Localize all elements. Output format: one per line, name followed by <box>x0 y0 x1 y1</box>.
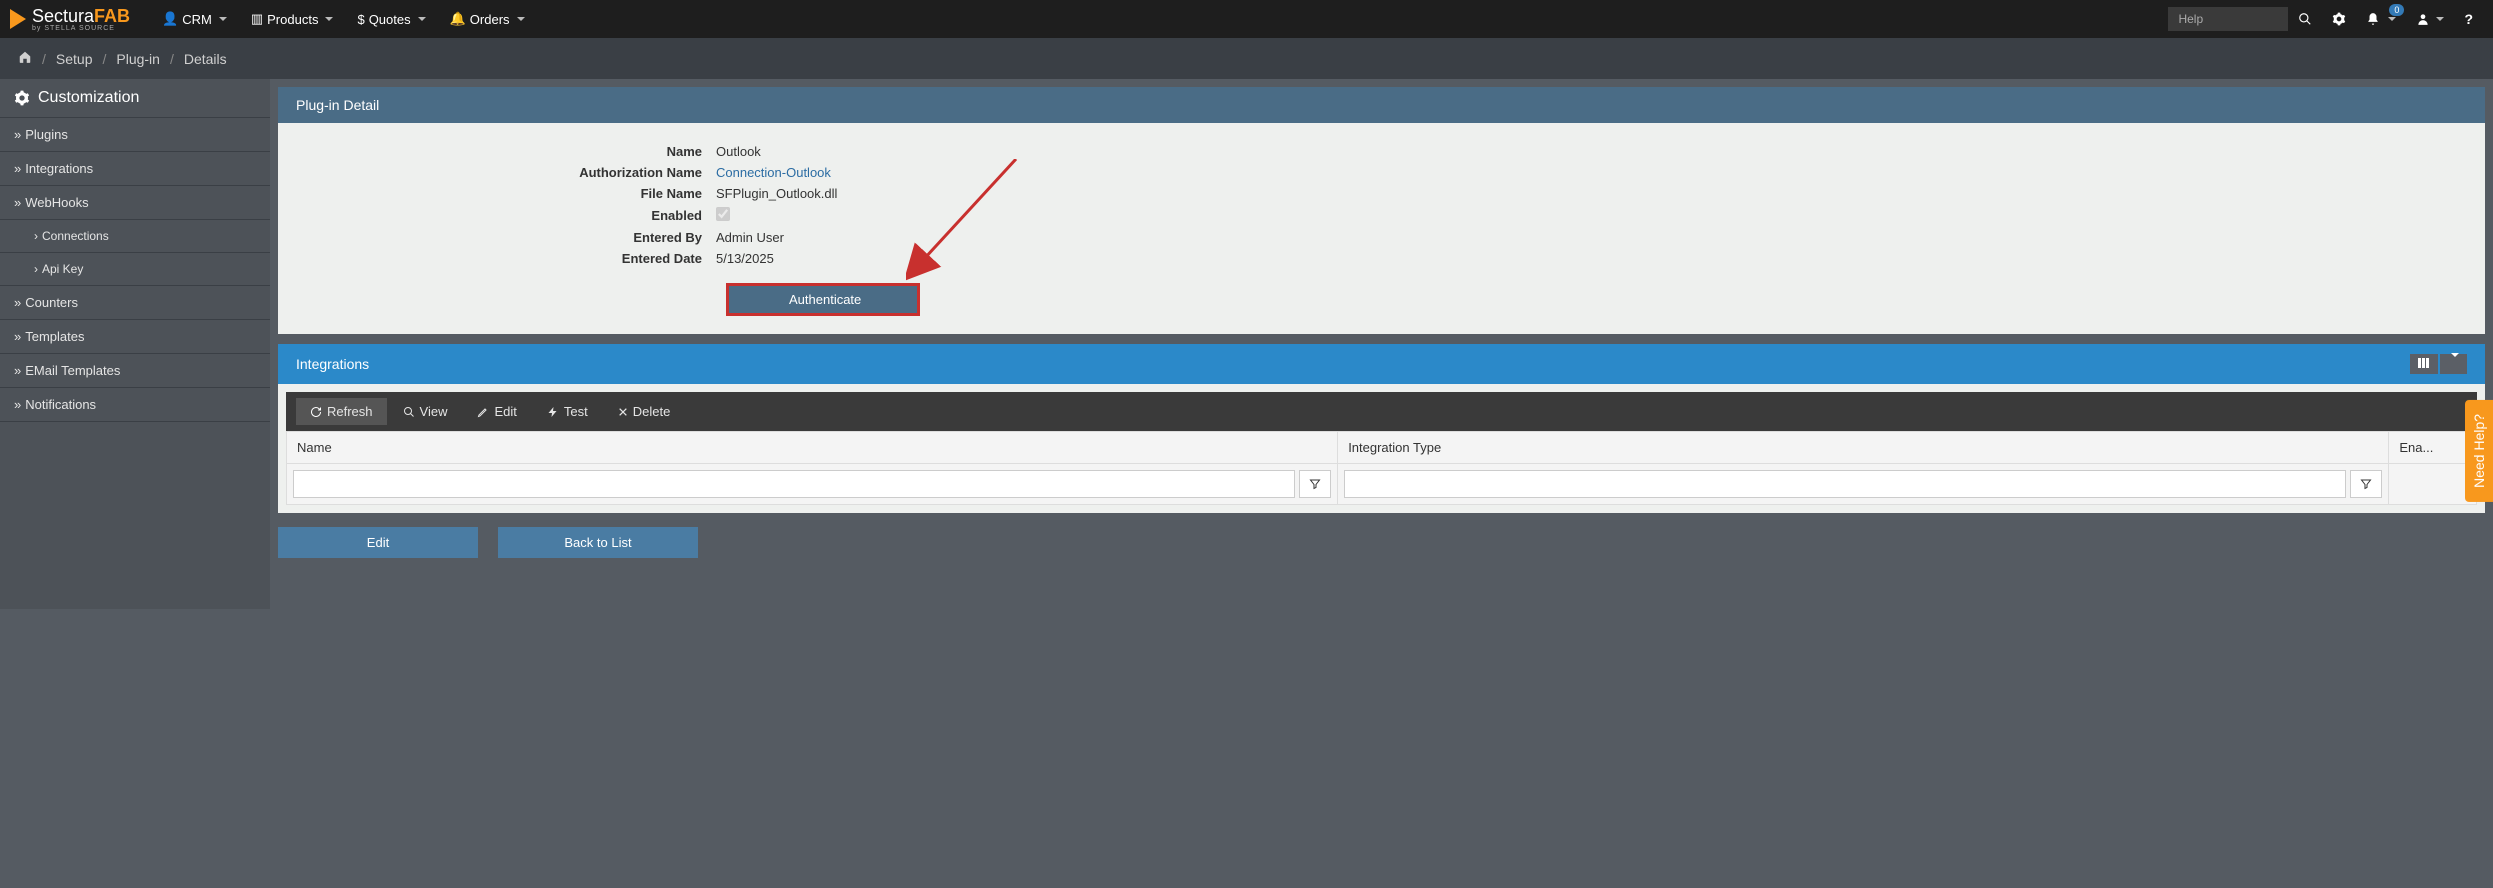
sidebar-header: Customization <box>0 79 270 118</box>
col-enabled[interactable]: Ena... <box>2389 432 2477 464</box>
caret-icon <box>219 17 227 21</box>
caret-icon <box>2388 17 2396 21</box>
settings-icon[interactable] <box>2322 0 2356 38</box>
refresh-button[interactable]: Refresh <box>296 398 387 425</box>
x-icon <box>618 407 628 417</box>
gears-icon <box>14 90 30 106</box>
breadcrumb-plugin[interactable]: Plug-in <box>116 51 160 67</box>
pencil-icon <box>477 406 489 418</box>
filter-icon <box>2360 478 2372 490</box>
filter-icon <box>1309 478 1321 490</box>
col-name[interactable]: Name <box>287 432 1338 464</box>
filter-name-input[interactable] <box>293 470 1295 498</box>
label-name: Name <box>296 144 716 159</box>
edit-page-button[interactable]: Edit <box>278 527 478 558</box>
caret-icon <box>517 17 525 21</box>
sidebar-item-apikey[interactable]: ›Api Key <box>0 253 270 286</box>
breadcrumb-home[interactable] <box>18 50 32 67</box>
notifications-icon[interactable]: 0 <box>2356 0 2406 38</box>
bottom-actions: Edit Back to List <box>278 527 2485 558</box>
refresh-icon <box>310 406 322 418</box>
brand-logo[interactable]: SecturaFAB by STELLA SOURCE <box>10 6 130 32</box>
nav-quotes[interactable]: $Quotes <box>345 0 437 38</box>
value-file-name: SFPlugin_Outlook.dll <box>716 186 837 201</box>
dollar-icon: $ <box>357 12 364 27</box>
main-nav: 👤CRM ▥Products $Quotes 🔔Orders <box>150 0 536 38</box>
search-icon <box>403 406 415 418</box>
filter-type-input[interactable] <box>1344 470 2346 498</box>
caret-icon <box>418 17 426 21</box>
caret-icon <box>2436 17 2444 21</box>
main-content: Plug-in Detail NameOutlook Authorization… <box>270 79 2493 609</box>
filter-row <box>287 464 2477 505</box>
notification-badge: 0 <box>2389 4 2404 16</box>
integrations-header: Integrations <box>278 344 2485 384</box>
value-entered-by: Admin User <box>716 230 784 245</box>
plugin-detail-panel: Plug-in Detail NameOutlook Authorization… <box>278 87 2485 334</box>
integrations-toolbar: Refresh View Edit Test Delete <box>286 392 2477 431</box>
back-to-list-button[interactable]: Back to List <box>498 527 698 558</box>
help-search-input[interactable] <box>2168 7 2288 31</box>
search-icon[interactable] <box>2288 0 2322 38</box>
col-type[interactable]: Integration Type <box>1338 432 2389 464</box>
user-menu[interactable] <box>2406 0 2454 38</box>
caret-icon <box>325 17 333 21</box>
label-file-name: File Name <box>296 186 716 201</box>
sidebar-item-connections[interactable]: ›Connections <box>0 220 270 253</box>
sidebar-item-notifications[interactable]: »Notifications <box>0 388 270 422</box>
value-enabled-checkbox <box>716 207 730 221</box>
bell-icon: 🔔 <box>450 11 466 27</box>
sidebar: Customization »Plugins »Integrations »We… <box>0 79 270 609</box>
user-icon: 👤 <box>162 11 178 27</box>
sidebar-item-email-templates[interactable]: »EMail Templates <box>0 354 270 388</box>
value-auth-name[interactable]: Connection-Outlook <box>716 165 831 180</box>
top-navbar: SecturaFAB by STELLA SOURCE 👤CRM ▥Produc… <box>0 0 2493 38</box>
nav-crm[interactable]: 👤CRM <box>150 0 239 38</box>
label-entered-date: Entered Date <box>296 251 716 266</box>
view-button[interactable]: View <box>389 398 462 425</box>
sidebar-item-plugins[interactable]: »Plugins <box>0 118 270 152</box>
authenticate-button[interactable]: Authenticate <box>726 283 920 316</box>
value-name: Outlook <box>716 144 761 159</box>
nav-orders[interactable]: 🔔Orders <box>438 0 537 38</box>
breadcrumb-setup[interactable]: Setup <box>56 51 93 67</box>
value-entered-date: 5/13/2025 <box>716 251 774 266</box>
breadcrumb-details: Details <box>184 51 227 67</box>
filter-type-button[interactable] <box>2350 470 2382 498</box>
delete-button[interactable]: Delete <box>604 398 685 425</box>
sidebar-item-counters[interactable]: »Counters <box>0 286 270 320</box>
plugin-detail-header: Plug-in Detail <box>278 87 2485 123</box>
integrations-table: Name Integration Type Ena... <box>286 431 2477 505</box>
brand-name: SecturaFAB <box>32 6 130 27</box>
filter-name-button[interactable] <box>1299 470 1331 498</box>
integrations-panel: Integrations Refresh View Edit Test Dele… <box>278 344 2485 513</box>
logo-chevron-icon <box>10 9 26 29</box>
nav-products[interactable]: ▥Products <box>239 0 346 38</box>
sidebar-item-webhooks[interactable]: »WebHooks <box>0 186 270 220</box>
label-enabled: Enabled <box>296 208 716 223</box>
breadcrumb: / Setup / Plug-in / Details <box>0 38 2493 79</box>
label-auth-name: Authorization Name <box>296 165 716 180</box>
barcode-icon: ▥ <box>251 11 263 27</box>
edit-button[interactable]: Edit <box>463 398 530 425</box>
sidebar-item-integrations[interactable]: »Integrations <box>0 152 270 186</box>
bolt-icon <box>547 406 559 418</box>
help-icon[interactable]: ? <box>2454 0 2483 38</box>
layout-dropdown-button[interactable] <box>2440 354 2467 374</box>
test-button[interactable]: Test <box>533 398 602 425</box>
layout-columns-button[interactable] <box>2410 354 2438 374</box>
need-help-tab[interactable]: Need Help? <box>2465 400 2493 502</box>
label-entered-by: Entered By <box>296 230 716 245</box>
brand-subtitle: by STELLA SOURCE <box>32 25 130 32</box>
sidebar-item-templates[interactable]: »Templates <box>0 320 270 354</box>
